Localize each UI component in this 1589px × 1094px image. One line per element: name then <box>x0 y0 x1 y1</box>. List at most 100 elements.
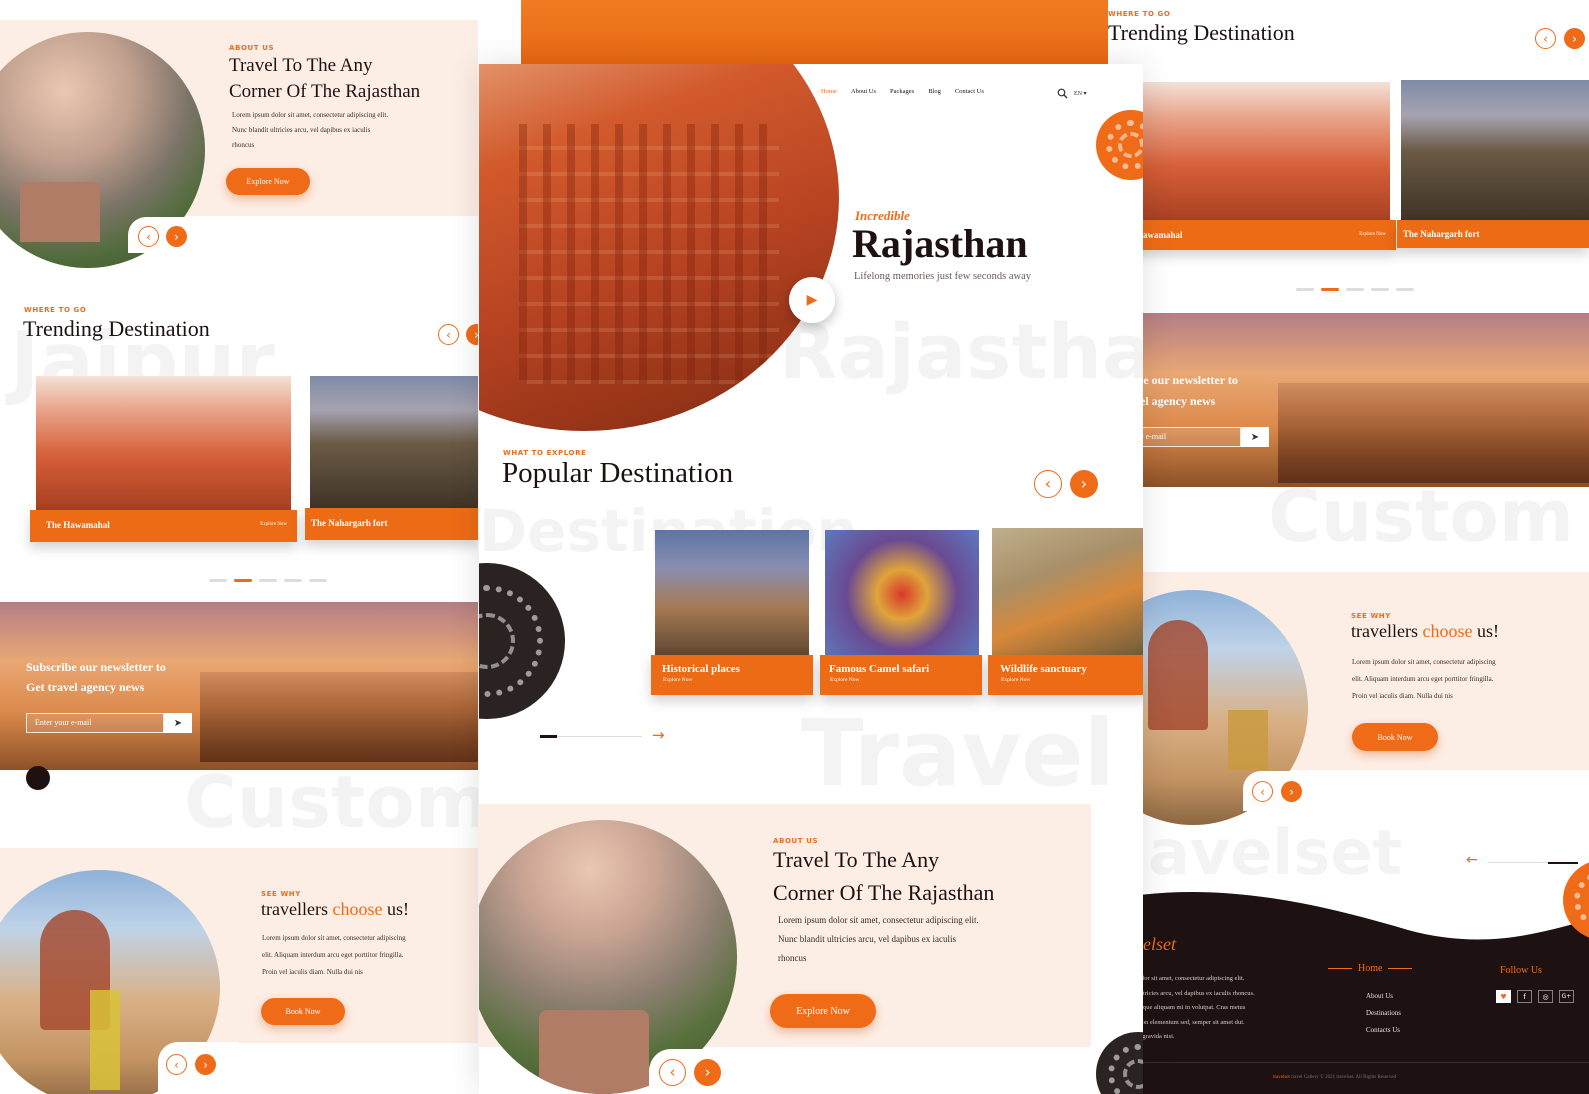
left-explore-button[interactable]: Explore Now <box>226 168 310 195</box>
search-icon[interactable] <box>1057 88 1068 99</box>
left-about-title: Travel To The Any Corner Of The Rajastha… <box>229 55 421 102</box>
right-footer-text: um dolor sit amet, consectetur adipiscin… <box>1126 975 1255 1040</box>
left-why-title: travellers choose us! <box>261 899 409 919</box>
left-why-next-button[interactable]: › <box>195 1054 216 1075</box>
left-trending-card-1[interactable]: The Hawamahal Explore Now <box>30 510 297 542</box>
right-why-prev-button[interactable]: ‹ <box>1252 781 1273 802</box>
popular-card-image-3 <box>992 528 1143 659</box>
left-trending-prev-button[interactable]: ‹ <box>438 324 459 345</box>
hero-mandala <box>1096 110 1143 180</box>
right-footer-follow-title: Follow Us <box>1500 965 1542 976</box>
left-trending-tag: Where to go <box>24 306 87 314</box>
right-trending-title: Trending Destination <box>1108 20 1295 45</box>
heart-icon[interactable]: ♥ <box>1496 990 1511 1003</box>
right-bg-word-travelset: avelset <box>1148 822 1402 884</box>
google-plus-icon[interactable]: G+ <box>1559 990 1574 1003</box>
right-why-next-button[interactable]: › <box>1281 781 1302 802</box>
footer-link-destinations[interactable]: Destinations <box>1366 1005 1401 1022</box>
center-about-mandala <box>1096 1032 1143 1094</box>
right-trending-tag: Where to go <box>1108 10 1171 18</box>
hero-play-button[interactable]: ▶ <box>789 277 835 323</box>
popular-tag: What to explore <box>503 449 587 457</box>
popular-progress <box>540 735 642 738</box>
footer-link-about[interactable]: About Us <box>1366 988 1401 1005</box>
center-about-title: Travel To The Any Corner Of The Rajasthan <box>773 847 995 905</box>
left-trending-next-button[interactable]: › <box>466 324 478 345</box>
right-newsletter-heading: ribe our newsletter to avel agency news <box>1128 373 1238 408</box>
right-footer-social: ♥ f ◎ G+ <box>1496 990 1574 1003</box>
right-trending-card-image-1 <box>1128 82 1390 224</box>
right-why-title: travellers choose us! <box>1351 621 1499 641</box>
right-trending-card-2[interactable]: The Nahargarh fort <box>1397 220 1589 248</box>
left-send-button[interactable]: ➤ <box>164 713 192 733</box>
left-dark-dot <box>26 766 50 790</box>
left-book-button[interactable]: Book Now <box>261 998 345 1025</box>
popular-mandala <box>479 563 565 719</box>
popular-card-historical[interactable]: Historical places Explore Now <box>651 655 813 695</box>
send-icon: ➤ <box>1250 431 1260 443</box>
center-about-next-button[interactable]: › <box>694 1059 721 1086</box>
left-trending-title: Trending Destination <box>23 316 210 341</box>
left-trending-card-image-1 <box>36 376 291 511</box>
popular-title: Popular Destination <box>502 457 734 489</box>
right-trending-card-1[interactable]: Hawamahal Explore Now <box>1128 220 1396 250</box>
send-icon: ➤ <box>173 717 183 729</box>
right-email-input[interactable]: our e-mail <box>1128 427 1241 447</box>
left-trending-card-2[interactable]: The Nahargarh fort <box>305 508 478 540</box>
right-why-text: Lorem ipsum dolor sit amet, consectetur … <box>1352 658 1496 700</box>
center-top-orange-band <box>521 0 1108 66</box>
center-explore-button[interactable]: Explore Now <box>770 994 876 1028</box>
play-icon: ▶ <box>806 292 818 308</box>
right-trending-dots <box>1296 278 1421 296</box>
popular-card-image-1 <box>655 530 809 659</box>
nav-blog[interactable]: Blog <box>928 88 941 95</box>
right-trending-next-button[interactable]: › <box>1564 28 1585 49</box>
right-send-button[interactable]: ➤ <box>1241 427 1269 447</box>
left-why-tag: See why <box>261 890 301 898</box>
left-about-next-button[interactable]: › <box>166 226 187 247</box>
left-why-prev-button[interactable]: ‹ <box>166 1054 187 1075</box>
popular-next-button[interactable]: › <box>1070 470 1098 498</box>
right-trending-card-image-2 <box>1401 80 1589 222</box>
right-trending-prev-button[interactable]: ‹ <box>1535 28 1556 49</box>
nav-contact[interactable]: Contact Us <box>955 88 984 95</box>
footer-link-contacts[interactable]: Contacts Us <box>1366 1022 1401 1039</box>
facebook-icon[interactable]: f <box>1517 990 1532 1003</box>
popular-card-camel-safari[interactable]: Famous Camel safari Explore Now <box>820 655 982 695</box>
left-about-tag: About Us <box>229 44 275 52</box>
popular-next-arrow[interactable]: → <box>652 726 665 744</box>
instagram-icon[interactable]: ◎ <box>1538 990 1553 1003</box>
left-trending-dots <box>209 569 334 587</box>
right-footer-arrow[interactable]: ← <box>1466 852 1478 868</box>
center-about-prev-button[interactable]: ‹ <box>659 1059 686 1086</box>
center-nav: Home About Us Packages Blog Contact Us <box>821 88 984 95</box>
right-footer-copyright: travelset travel Gallery © 2021 travelse… <box>1273 1075 1397 1080</box>
right-book-button[interactable]: Book Now <box>1352 723 1438 751</box>
right-footer-links-title: Home <box>1328 963 1413 974</box>
right-why-tag: See why <box>1351 612 1391 620</box>
nav-home[interactable]: Home <box>821 88 837 95</box>
hero-subtitle: Lifelong memories just few seconds away <box>854 271 1031 282</box>
center-bg-word-travel: Travel <box>801 708 1115 800</box>
left-newsletter-heading: Subscribe our newsletter to Get travel ag… <box>26 660 166 694</box>
nav-about[interactable]: About Us <box>851 88 876 95</box>
left-about-prev-button[interactable]: ‹ <box>138 226 159 247</box>
center-mockup: Rajasthan Destination Travel ▶ Home Abou… <box>479 64 1143 1094</box>
nav-packages[interactable]: Packages <box>890 88 914 95</box>
center-about-text: Lorem ipsum dolor sit amet, consectetur … <box>778 915 979 963</box>
popular-prev-button[interactable]: ‹ <box>1034 470 1062 498</box>
right-footer-line <box>1488 862 1578 864</box>
left-why-text: Lorem ipsum dolor sit amet, consectetur … <box>262 934 406 976</box>
center-bg-word-rajasthan: Rajasthan <box>779 314 1143 390</box>
left-trending-card-image-2 <box>310 376 478 511</box>
right-bg-word-custom: Custom <box>1268 480 1574 552</box>
right-footer-links: About Us Destinations Contacts Us <box>1366 988 1401 1039</box>
left-about-text: Lorem ipsum dolor sit amet, consectetur … <box>232 111 389 149</box>
popular-card-image-2 <box>825 530 979 659</box>
left-mockup: About Us Travel To The Any Corner Of The… <box>0 0 478 1094</box>
left-email-input[interactable]: Enter your e-mail <box>26 713 164 733</box>
right-footer-divider <box>1108 1062 1589 1063</box>
language-selector[interactable]: EN ▾ <box>1074 90 1087 97</box>
popular-card-wildlife[interactable]: Wildlife sanctuary Explore Now <box>988 655 1143 695</box>
left-bg-word-custom: Custom <box>184 766 478 838</box>
